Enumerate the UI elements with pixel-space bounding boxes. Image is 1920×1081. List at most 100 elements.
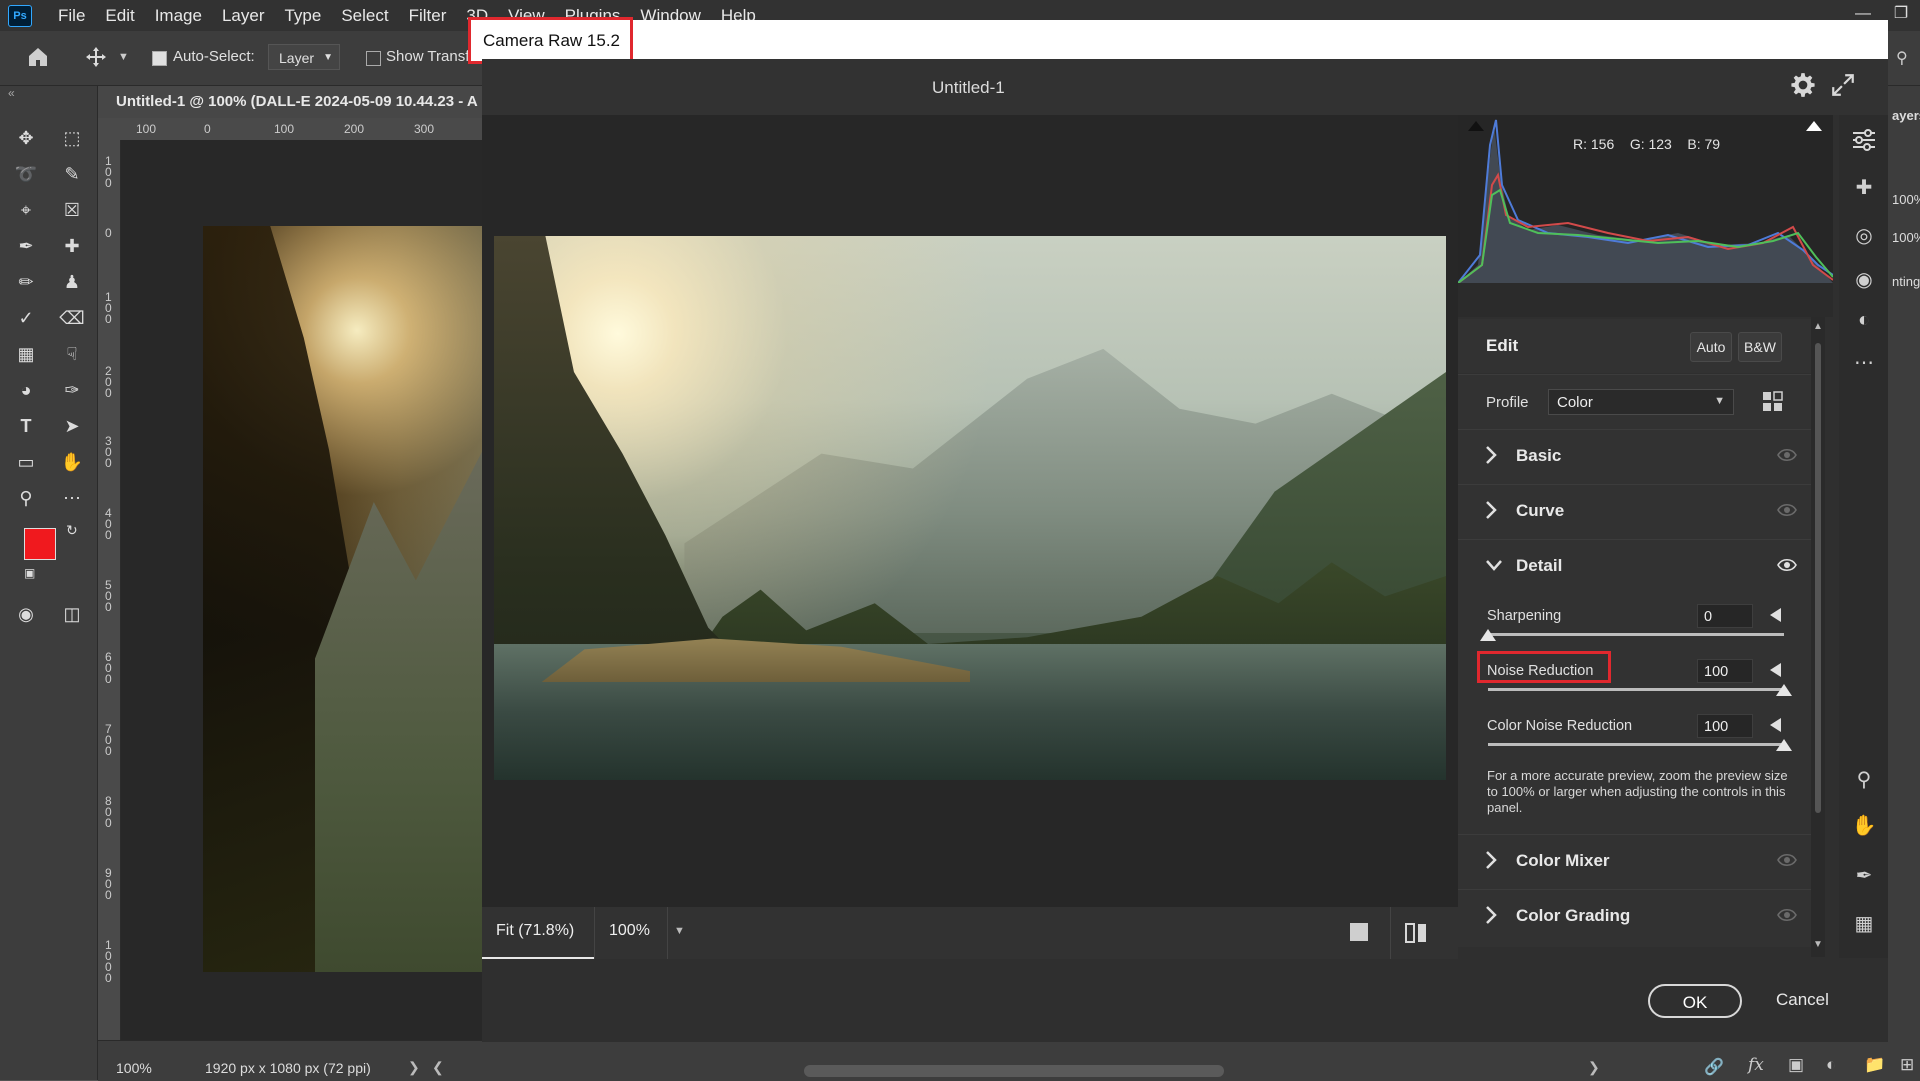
menu-filter[interactable]: Filter [399,0,457,31]
zoom-100-button[interactable]: 100% [609,922,650,940]
zoom-tool-icon[interactable]: ⚲ [8,482,44,514]
menu-file[interactable]: File [48,0,95,31]
more-tools-icon[interactable]: ⋯ [54,482,90,514]
layer-dropdown[interactable]: Layer ▼ [268,44,340,70]
path-select-tool-icon[interactable]: ➤ [54,410,90,442]
eyedropper-tool-icon[interactable]: ✒ [8,230,44,262]
move-tool-icon[interactable]: ✥ [8,122,44,154]
eye-icon[interactable] [1777,503,1797,517]
noise-reduction-value-field[interactable]: 100 [1697,659,1753,683]
grid-icon[interactable]: ▦ [1849,909,1879,939]
menu-layer[interactable]: Layer [212,0,275,31]
new-layer-icon[interactable]: ⊞ [1900,1055,1914,1075]
menu-type[interactable]: Type [274,0,331,31]
scroll-down-icon[interactable]: ▼ [1813,939,1823,950]
quick-select-tool-icon[interactable]: ✎ [54,158,90,190]
color-noise-reduction-reset-icon[interactable] [1770,718,1781,732]
chevron-down-icon[interactable]: ▼ [118,51,129,63]
search-icon[interactable]: ⚲ [1896,48,1908,68]
default-colors-icon[interactable]: ▣ [24,566,35,580]
red-eye-icon[interactable]: ◉ [1849,265,1879,295]
fill-value[interactable]: 100% [1892,230,1920,245]
history-brush-tool-icon[interactable]: ✓ [8,302,44,334]
layer-mask-icon[interactable]: ▣ [1788,1055,1804,1075]
profile-dropdown[interactable]: Color ▼ [1548,389,1734,415]
quick-mask-icon[interactable]: ◉ [8,598,44,630]
fx-icon[interactable]: fx [1748,1055,1764,1075]
collapse-panel-icon[interactable]: « [8,86,15,100]
rectangle-tool-icon[interactable]: ▭ [8,446,44,478]
folder-icon[interactable]: 📁 [1864,1055,1885,1075]
zoom-fit-button[interactable]: Fit (71.8%) [482,907,594,959]
curve-section-header[interactable]: Curve [1458,484,1811,539]
move-tool-icon[interactable] [84,45,108,69]
more-options-icon[interactable]: ⋯ [1849,348,1879,378]
menu-edit[interactable]: Edit [95,0,144,31]
ok-button[interactable]: OK [1648,984,1742,1018]
auto-button[interactable]: Auto [1690,332,1732,362]
noise-reduction-slider-track[interactable] [1488,688,1784,691]
auto-select-checkbox[interactable] [152,51,167,66]
sharpening-value-field[interactable]: 0 [1697,604,1753,628]
layer-name-fragment[interactable]: nting [1892,274,1920,289]
adjustment-layer-icon[interactable]: ◐ [1826,1055,1836,1075]
bw-button[interactable]: B&W [1738,332,1782,362]
type-tool-icon[interactable]: T [8,410,44,442]
single-view-icon[interactable] [1350,923,1368,941]
status-zoom[interactable]: 100% [116,1060,152,1076]
highlight-clipping-icon[interactable] [1806,121,1822,131]
horizontal-scrollbar[interactable] [804,1065,1224,1077]
menu-image[interactable]: Image [145,0,212,31]
layers-panel-label[interactable]: ayers [1892,108,1920,123]
color-mixer-section-header[interactable]: Color Mixer [1458,834,1811,889]
pen-tool-icon[interactable]: ✑ [54,374,90,406]
sharpening-reset-icon[interactable] [1770,608,1781,622]
color-sampler-icon[interactable]: ✒ [1849,861,1879,891]
smudge-tool-icon[interactable]: ☟ [54,338,90,370]
scroll-up-icon[interactable]: ▲ [1813,321,1823,332]
eye-icon[interactable] [1777,853,1797,867]
camera-raw-preview-image[interactable] [494,236,1446,780]
menu-select[interactable]: Select [331,0,398,31]
eye-icon[interactable] [1777,558,1797,572]
healing-brush-tool-icon[interactable]: ✚ [54,230,90,262]
color-noise-reduction-slider-track[interactable] [1488,743,1784,746]
link-layers-icon[interactable]: 🔗 [1704,1057,1724,1077]
eye-icon[interactable] [1777,908,1797,922]
edit-sliders-icon[interactable] [1849,125,1879,155]
profile-browser-icon[interactable] [1762,391,1784,413]
scrollbar-thumb[interactable] [1815,343,1821,813]
edit-panel-scrollbar[interactable]: ▲ ▼ [1811,317,1825,957]
marquee-tool-icon[interactable]: ⬚ [54,122,90,154]
document-tab[interactable]: Untitled-1 @ 100% (DALL-E 2024-05-09 10.… [98,86,498,118]
noise-reduction-reset-icon[interactable] [1770,663,1781,677]
fullscreen-icon[interactable] [1830,72,1856,98]
color-noise-reduction-slider-thumb[interactable] [1776,739,1792,751]
foreground-color-swatch[interactable] [24,528,56,560]
gradient-tool-icon[interactable]: ▦ [8,338,44,370]
cancel-button[interactable]: Cancel [1776,990,1829,1010]
eye-icon[interactable] [1777,448,1797,462]
frame-tool-icon[interactable]: ☒ [54,194,90,226]
masking-icon[interactable]: ◎ [1849,221,1879,251]
shadow-clipping-icon[interactable] [1468,121,1484,131]
hand-tool-icon[interactable]: ✋ [54,446,90,478]
opacity-value[interactable]: 100% [1892,192,1920,207]
crop-tool-icon[interactable]: ⌖ [8,194,44,226]
scroll-left-icon[interactable]: ❮ [432,1059,444,1076]
swap-colors-icon[interactable]: ↻ [66,522,78,539]
presets-icon[interactable]: ◐ [1849,305,1879,335]
basic-section-header[interactable]: Basic [1458,429,1811,484]
show-transform-checkbox[interactable] [366,51,381,66]
zoom-icon[interactable]: ⚲ [1849,765,1879,795]
gear-icon[interactable] [1790,72,1816,98]
clone-stamp-tool-icon[interactable]: ♟ [54,266,90,298]
brush-tool-icon[interactable]: ✏ [8,266,44,298]
before-after-icon[interactable] [1404,921,1428,945]
dodge-tool-icon[interactable]: ◕ [8,374,44,406]
eraser-tool-icon[interactable]: ⌫ [54,302,90,334]
sharpening-slider-track[interactable] [1488,633,1784,636]
noise-reduction-slider-thumb[interactable] [1776,684,1792,696]
scroll-right-icon[interactable]: ❯ [1588,1059,1600,1076]
healing-icon[interactable]: ✚ [1849,173,1879,203]
